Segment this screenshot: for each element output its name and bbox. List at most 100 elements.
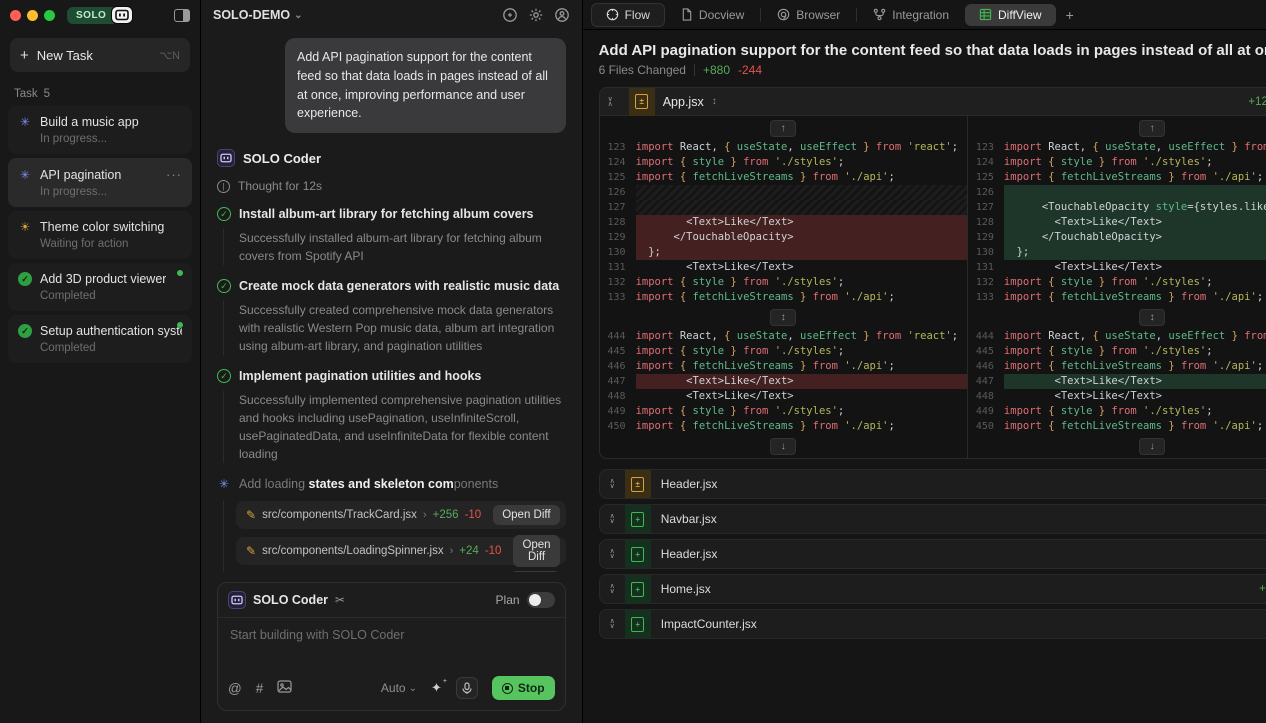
stop-button[interactable]: Stop <box>491 676 555 700</box>
expand-up-button[interactable]: ↑ <box>770 119 797 137</box>
tab-docview[interactable]: Docview <box>667 4 758 26</box>
tab-browser[interactable]: Browser <box>763 4 854 26</box>
plan-toggle[interactable] <box>526 592 555 608</box>
chat-scroll-area[interactable]: Add API pagination support for the conte… <box>201 30 582 572</box>
added-line: 447 <Text>Like</Text> <box>968 374 1266 389</box>
context-line: 445 import { style } from './styles'; <box>607 345 845 357</box>
file-type-chip: ± <box>624 470 651 498</box>
toggle-sidebar-icon[interactable] <box>174 8 190 22</box>
microphone-button[interactable] <box>455 677 478 699</box>
step-check-icon: ✓ <box>217 279 231 293</box>
open-diff-button[interactable]: Open Diff <box>493 505 560 525</box>
check-icon: ✓ <box>18 272 32 286</box>
diff-file-header[interactable]: ∨∧ ± App.jsx ↕ +124 -416 <box>599 88 1266 116</box>
chevron-down-icon: ⌄ <box>294 9 303 21</box>
chevron-right-icon: › <box>422 509 427 521</box>
expand-file-icon[interactable]: ∧ ∨ <box>600 618 625 630</box>
solo-mode-toggle[interactable]: SOLO <box>67 6 133 24</box>
chat-header: SOLO-DEMO ⌄ <box>201 0 582 30</box>
hashtag-icon[interactable]: # <box>256 681 264 696</box>
app-window: SOLO + New Task ⌥N Task 5 ✳ Build a music… <box>0 0 1266 723</box>
collapse-file-icon[interactable]: ∨ ∧ <box>600 96 621 108</box>
flow-icon <box>606 8 619 21</box>
task-status: Completed <box>40 290 96 302</box>
input-footer: @ # Auto ⌄ ✦ + Stop <box>218 670 565 710</box>
enhance-prompt-icon[interactable]: ✦ + <box>431 678 447 696</box>
message-input[interactable]: Start building with SOLO Coder <box>218 618 565 670</box>
context-line: 444 import React, { useState, useEffect }… <box>975 330 1266 342</box>
context-line: 125 import { fetchLiveStreams } from './a… <box>607 171 895 183</box>
task-section-header: Task 5 <box>0 76 200 106</box>
mention-icon[interactable]: @ <box>228 681 242 696</box>
expand-file-icon[interactable]: ∧ ∨ <box>600 548 625 560</box>
minimize-window-button[interactable] <box>27 9 38 21</box>
diff-column-right: ↑ 123 import React, { useState, useEffect … <box>968 116 1266 458</box>
task-list-item[interactable]: ✓ Add 3D product viewer Completed <box>8 263 192 311</box>
open-diff-button[interactable]: Open Diff <box>513 535 560 567</box>
settings-gear-icon[interactable] <box>528 7 544 23</box>
tab-integration[interactable]: Integration <box>859 4 963 26</box>
agent-step: ✓ Create mock data generators with realis… <box>217 279 566 355</box>
expand-file-icon[interactable]: ∧ ∨ <box>600 583 625 595</box>
mode-select[interactable]: Auto ⌄ <box>381 681 417 695</box>
waiting-icon: ☀ <box>19 220 31 234</box>
edit-icon: ✎ <box>246 508 257 522</box>
step-description: Successfully created comprehensive mock … <box>223 301 566 355</box>
task-list-item[interactable]: ✳ Build a music app In progress... <box>8 106 192 154</box>
open-diff-button[interactable]: Open Diff <box>509 571 560 572</box>
add-tab-button[interactable]: + <box>1058 7 1082 23</box>
step-title: Implement pagination utilities and hooks <box>239 369 482 383</box>
expand-between-button[interactable]: ↕ <box>1139 308 1166 326</box>
account-icon[interactable] <box>554 7 570 23</box>
task-title: Add 3D product viewer <box>40 272 167 286</box>
collapsed-file-row[interactable]: ∧∨+Navbar.jsx+36-0 <box>598 504 1266 534</box>
tab-label: Docview <box>698 7 745 22</box>
context-line: 444 import React, { useState, useEffect }… <box>607 330 959 342</box>
collapsed-file-row[interactable]: ∧∨+ImpactCounter.jsx+32-0 <box>598 609 1266 639</box>
task-list-item[interactable]: ✓ Setup authentication syste... Completed <box>8 315 192 363</box>
task-list-item[interactable]: ☀ Theme color switching Waiting for action <box>8 211 192 259</box>
added-line: 127 <TouchableOpacity style={styles.like… <box>968 200 1266 215</box>
new-chat-icon[interactable] <box>502 7 518 23</box>
tab-diffview[interactable]: DiffView <box>965 3 1056 26</box>
expand-down-button[interactable]: ↓ <box>770 437 797 455</box>
sidebar-titlebar: SOLO <box>0 0 200 30</box>
task-list-item[interactable]: ✳ API pagination ··· In progress... <box>8 158 192 207</box>
expand-collapse-icon[interactable]: ↕ <box>712 96 717 107</box>
tab-label: Integration <box>892 7 950 22</box>
file-additions: +124 <box>1248 95 1266 108</box>
deleted-line: 128 <Text>Like</Text> <box>600 215 967 230</box>
context-line: 125 import { fetchLiveStreams } from './a… <box>975 171 1264 183</box>
maximize-window-button[interactable] <box>44 9 55 21</box>
thought-row[interactable]: | Thought for 12s <box>217 179 566 193</box>
diff-column-left: ↑ 123 import React, { useState, useEffect … <box>600 116 968 458</box>
context-line: 133 import { fetchLiveStreams } from './a… <box>607 291 895 303</box>
collapsed-file-row[interactable]: ∧∨+Header.jsx+72-0 <box>598 539 1266 569</box>
diff-scroll-area[interactable]: ∨∧ ± App.jsx ↕ +124 -416 ↑123 <box>583 87 1266 459</box>
edit-icon: ✎ <box>246 544 257 558</box>
close-window-button[interactable] <box>10 9 21 21</box>
tools-icon[interactable]: ✂ <box>335 593 345 607</box>
view-tabbar: Flow Docview Browser Integration DiffView + <box>582 0 1266 30</box>
expand-down-button[interactable]: ↓ <box>1139 437 1166 455</box>
expand-between-button[interactable]: ↕ <box>770 308 797 326</box>
file-name: Header.jsx <box>660 547 718 561</box>
expand-file-icon[interactable]: ∧ ∨ <box>600 478 625 490</box>
context-line: 133 import { fetchLiveStreams } from './a… <box>975 291 1264 303</box>
changed-files-list: ✎ src/components/TrackCard.jsx › +256 -10 Ope… <box>223 501 566 572</box>
changed-file-row[interactable]: ✎ src/components/TrackCard.jsx › +256 -10 Ope… <box>236 501 566 529</box>
image-attach-icon[interactable] <box>277 680 292 696</box>
chevron-down-icon: ⌄ <box>408 682 417 694</box>
task-menu-icon[interactable]: ··· <box>166 167 182 182</box>
task-status: In progress... <box>40 186 108 198</box>
expand-up-button[interactable]: ↑ <box>1139 119 1166 137</box>
changed-file-row[interactable]: ✎ src/components/LoadingSpinner.jsx › +24 -1… <box>236 535 566 567</box>
project-switcher[interactable]: SOLO-DEMO ⌄ <box>213 8 302 22</box>
expand-file-icon[interactable]: ∧ ∨ <box>600 513 625 525</box>
collapsed-file-row[interactable]: ∧∨+Home.jsx+164-0 <box>598 574 1266 604</box>
collapsed-file-row[interactable]: ∧∨±Header.jsx+12-0 <box>598 469 1266 499</box>
tab-flow[interactable]: Flow <box>590 2 665 27</box>
stop-icon <box>501 682 513 694</box>
added-line: 129 </TouchableOpacity> <box>968 230 1266 245</box>
new-task-button[interactable]: + New Task ⌥N <box>10 38 190 72</box>
